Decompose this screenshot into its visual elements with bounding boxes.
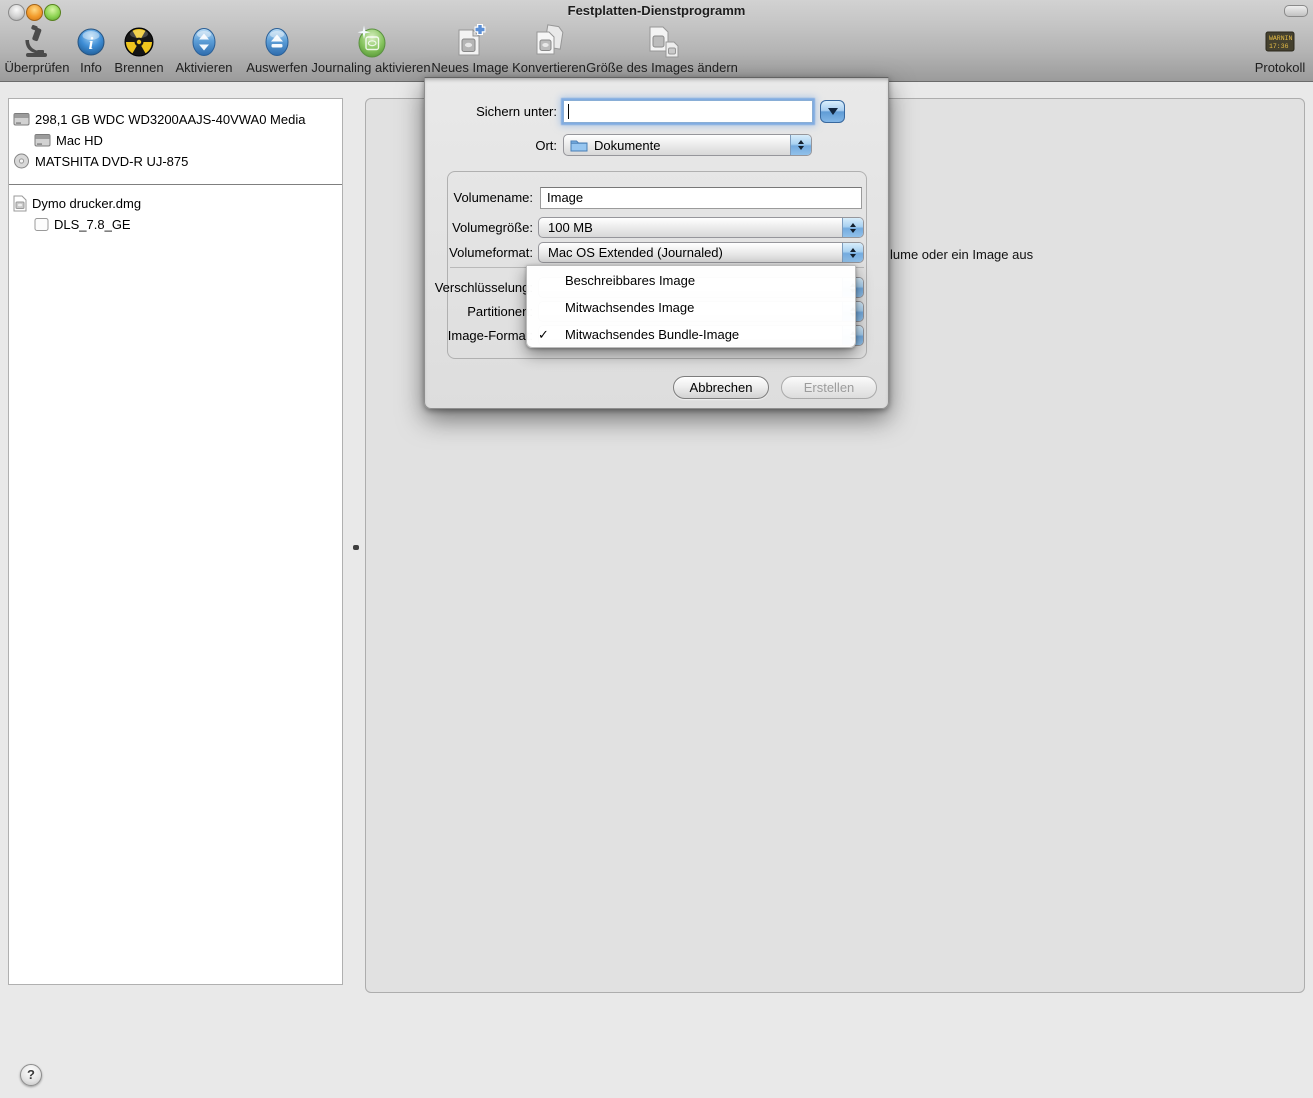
- menu-item-sparse-image[interactable]: Mitwachsendes Image: [527, 294, 855, 321]
- volume-size-label: Volumegröße:: [452, 220, 533, 235]
- help-button[interactable]: ?: [20, 1064, 42, 1086]
- menu-item-writable-image[interactable]: Beschreibbares Image: [527, 267, 855, 294]
- toolbar-new-image-button[interactable]: Neues Image: [430, 23, 510, 75]
- volume-name-input[interactable]: Image: [540, 187, 862, 209]
- svg-text:17:36: 17:36: [1269, 43, 1289, 50]
- volume-icon: [34, 217, 49, 232]
- sidebar-item-volume-machd[interactable]: Mac HD: [9, 130, 342, 150]
- microscope-icon: [21, 23, 53, 61]
- volume-size-value: 100 MB: [548, 220, 593, 235]
- svg-text:i: i: [89, 34, 94, 53]
- device-sidebar: 298,1 GB WDC WD3200AAJS-40VWA0 Media Mac…: [8, 98, 343, 985]
- eject-icon: [262, 23, 292, 61]
- toolbar-label: Neues Image: [431, 61, 508, 75]
- cancel-button[interactable]: Abbrechen: [673, 376, 769, 399]
- volume-name-label: Volumename:: [454, 190, 534, 205]
- mount-icon: [189, 23, 219, 61]
- sidebar-item-label: Dymo drucker.dmg: [32, 196, 141, 211]
- save-as-label: Sichern unter:: [476, 104, 557, 119]
- toolbar-label: Info: [80, 61, 102, 75]
- encryption-label: Verschlüsselung:: [435, 280, 533, 295]
- toolbar-log-button[interactable]: WARNIN 17:36 Protokoll: [1248, 23, 1312, 75]
- chevron-down-icon: [828, 108, 838, 115]
- toolbar-label: Aktivieren: [175, 61, 232, 75]
- sidebar-item-disk-image[interactable]: Dymo drucker.dmg: [9, 193, 342, 213]
- create-button[interactable]: Erstellen: [781, 376, 877, 399]
- splitter-handle[interactable]: [353, 545, 359, 550]
- menu-item-sparse-bundle-image[interactable]: ✓ Mitwachsendes Bundle-Image: [527, 321, 855, 348]
- sidebar-item-optical-drive[interactable]: MATSHITA DVD-R UJ-875: [9, 151, 342, 171]
- sidebar-item-image-volume[interactable]: DLS_7.8_GE: [9, 214, 342, 234]
- toolbar-toggle-pill[interactable]: [1284, 5, 1308, 17]
- volume-name-value: Image: [547, 190, 583, 205]
- image-format-label: Image-Format:: [448, 328, 533, 343]
- burn-icon: [123, 23, 155, 61]
- popup-stepper-icon: [790, 135, 811, 155]
- volume-format-popup[interactable]: Mac OS Extended (Journaled): [538, 242, 864, 263]
- check-icon: ✓: [538, 321, 560, 348]
- location-label: Ort:: [535, 138, 557, 153]
- toolbar-label: Überprüfen: [4, 61, 69, 75]
- toolbar-convert-button[interactable]: Konvertieren: [507, 23, 591, 75]
- popup-stepper-icon: [842, 243, 863, 262]
- folder-icon: [570, 138, 588, 152]
- sidebar-item-label: DLS_7.8_GE: [54, 217, 131, 232]
- select-volume-hint-text: lume oder ein Image aus: [890, 247, 1033, 262]
- toolbar-verify-button[interactable]: Überprüfen: [2, 23, 72, 75]
- window-title: Festplatten-Dienstprogramm: [0, 3, 1313, 18]
- sidebar-item-label: Mac HD: [56, 133, 103, 148]
- toolbar-label: Protokoll: [1255, 61, 1306, 75]
- log-icon: WARNIN 17:36: [1265, 23, 1295, 61]
- toolbar-info-button[interactable]: i Info: [71, 23, 111, 75]
- toolbar-label: Konvertieren: [512, 61, 586, 75]
- toolbar-burn-button[interactable]: Brennen: [107, 23, 171, 75]
- volume-size-popup[interactable]: 100 MB: [538, 217, 864, 238]
- toolbar-mount-button[interactable]: Aktivieren: [170, 23, 238, 75]
- new-image-icon: [451, 23, 489, 61]
- info-icon: i: [76, 23, 106, 61]
- resize-image-icon: [642, 23, 682, 61]
- image-format-menu: Beschreibbares Image Mitwachsendes Image…: [526, 265, 856, 348]
- hard-drive-icon: [13, 111, 30, 127]
- text-caret: [568, 104, 569, 119]
- menu-item-label: Mitwachsendes Bundle-Image: [565, 327, 739, 342]
- location-popup[interactable]: Dokumente: [563, 134, 812, 156]
- toolbar-label: Journaling aktivieren: [311, 61, 430, 75]
- expand-disclosure-button[interactable]: [820, 100, 845, 123]
- sidebar-item-label: 298,1 GB WDC WD3200AAJS-40VWA0 Media: [35, 112, 305, 127]
- volume-format-label: Volumeformat:: [449, 245, 533, 260]
- toolbar-label: Brennen: [114, 61, 163, 75]
- window-chrome: Festplatten-Dienstprogramm Überprüfen: [0, 0, 1313, 82]
- toolbar-label: Größe des Images ändern: [586, 61, 738, 75]
- toolbar-journaling-button[interactable]: Journaling aktivieren: [306, 23, 436, 75]
- toolbar-label: Auswerfen: [246, 61, 307, 75]
- partitions-label: Partitionen:: [467, 304, 533, 319]
- journaling-icon: [353, 23, 389, 61]
- new-image-sheet: Sichern unter: Ort: Dokumente Volumename…: [424, 77, 889, 409]
- save-as-input[interactable]: [563, 100, 813, 123]
- optical-disc-icon: [13, 153, 30, 169]
- menu-item-label: Beschreibbares Image: [565, 273, 695, 288]
- convert-icon: [530, 23, 568, 61]
- toolbar-eject-button[interactable]: Auswerfen: [242, 23, 312, 75]
- sidebar-divider: [9, 184, 342, 185]
- volume-format-value: Mac OS Extended (Journaled): [548, 245, 723, 260]
- sidebar-item-label: MATSHITA DVD-R UJ-875: [35, 154, 188, 169]
- sidebar-item-disk[interactable]: 298,1 GB WDC WD3200AAJS-40VWA0 Media: [9, 109, 342, 129]
- disk-image-file-icon: [13, 195, 27, 212]
- popup-stepper-icon: [842, 218, 863, 237]
- hard-drive-icon: [34, 132, 51, 148]
- toolbar-resize-image-button[interactable]: Größe des Images ändern: [585, 23, 739, 75]
- location-value: Dokumente: [594, 138, 660, 153]
- menu-item-label: Mitwachsendes Image: [565, 300, 694, 315]
- svg-text:WARNIN: WARNIN: [1269, 35, 1293, 42]
